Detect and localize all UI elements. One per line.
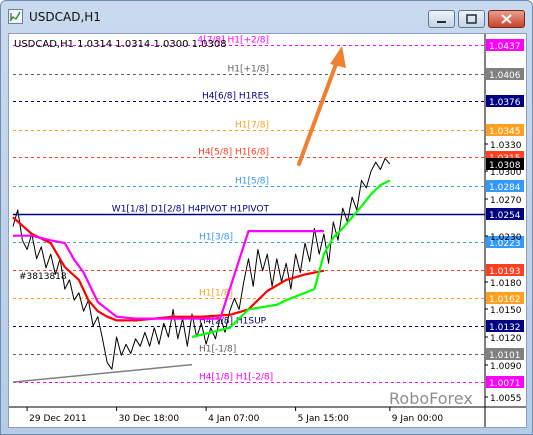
level-label: H1[5/8] bbox=[235, 177, 269, 187]
chart-header: USDCAD,H1 1.0314 1.0314 1.0300 1.0308 bbox=[14, 39, 227, 50]
y-tick-label: 1.0180 bbox=[490, 279, 522, 289]
maximize-button[interactable] bbox=[458, 10, 485, 28]
close-icon bbox=[489, 11, 524, 27]
x-tick-label: 30 Dec 18:00 bbox=[119, 414, 180, 424]
level-label: H1[7/8] bbox=[235, 121, 269, 131]
x-tick-label: 29 Dec 2011 bbox=[29, 414, 87, 424]
level-label: H1[3/8] bbox=[199, 233, 233, 243]
price-tag-label: 1.0345 bbox=[489, 127, 521, 137]
chart-window: USDCAD,H1 4[7/8] H1[+2/8] H1[+1/8] H4[6/8]… bbox=[0, 0, 533, 435]
minimize-button[interactable] bbox=[428, 10, 455, 28]
minimize-icon bbox=[429, 11, 454, 27]
chart-frame[interactable]: 4[7/8] H1[+2/8] H1[+1/8] H4[6/8] H1RES H1[7… bbox=[8, 33, 527, 428]
y-tick-label: 1.0055 bbox=[490, 394, 522, 404]
y-tick-label: 1.0090 bbox=[490, 362, 522, 372]
price-chart[interactable]: 4[7/8] H1[+2/8]H1[+1/8]H4[6/8] H1RESH1[7… bbox=[9, 34, 526, 427]
chart-icon bbox=[8, 9, 23, 24]
price-tag-label: 1.0284 bbox=[489, 183, 521, 193]
window-title: USDCAD,H1 bbox=[29, 10, 101, 24]
forecast-arrowhead bbox=[330, 46, 346, 68]
title-bar[interactable]: USDCAD,H1 bbox=[1, 1, 532, 33]
price-tag-label: 1.0406 bbox=[489, 71, 521, 81]
price-tag-label: 1.0162 bbox=[489, 295, 521, 305]
level-label: H4[1/8] H1[-2/8] bbox=[199, 373, 273, 383]
y-tick-label: 1.0150 bbox=[490, 306, 522, 316]
y-tick-label: 1.0300 bbox=[490, 168, 522, 178]
y-tick-label: 1.0270 bbox=[490, 196, 522, 206]
x-tick-label: 9 Jan 00:00 bbox=[392, 414, 444, 424]
level-label: H4[6/8] H1RES bbox=[202, 92, 269, 102]
annotation-label: #3813818 bbox=[19, 272, 67, 282]
watermark: RoboForex bbox=[389, 389, 473, 408]
price-tag-label: 1.0254 bbox=[489, 211, 521, 221]
price-tag-label: 1.0071 bbox=[489, 379, 521, 389]
forecast-arrow bbox=[297, 54, 341, 166]
x-tick-label: 4 Jan 07:00 bbox=[208, 414, 260, 424]
trend-series bbox=[12, 363, 193, 383]
x-tick-label: 5 Jan 15:00 bbox=[298, 414, 350, 424]
price-tag-label: 1.0376 bbox=[489, 98, 521, 108]
price-tag-label: 1.0437 bbox=[489, 42, 521, 52]
price-series bbox=[12, 157, 391, 370]
price-tag-label: 1.0101 bbox=[489, 351, 521, 361]
close-button[interactable] bbox=[488, 10, 525, 28]
level-label: H1[-1/8] bbox=[199, 345, 236, 355]
price-tag-label: 1.0132 bbox=[489, 323, 521, 333]
y-tick-label: 1.0330 bbox=[490, 141, 522, 151]
y-tick-label: 1.0230 bbox=[490, 233, 522, 243]
level-label: H1[+1/8] bbox=[227, 65, 269, 75]
maximize-icon bbox=[459, 11, 484, 27]
level-label: W1[1/8] D1[2/8] H4PIVOT H1PIVOT bbox=[112, 205, 270, 215]
level-label: H4[5/8] H1[6/8] bbox=[198, 148, 269, 158]
price-tag-label: 1.0193 bbox=[489, 267, 521, 277]
y-tick-label: 1.0120 bbox=[490, 334, 522, 344]
